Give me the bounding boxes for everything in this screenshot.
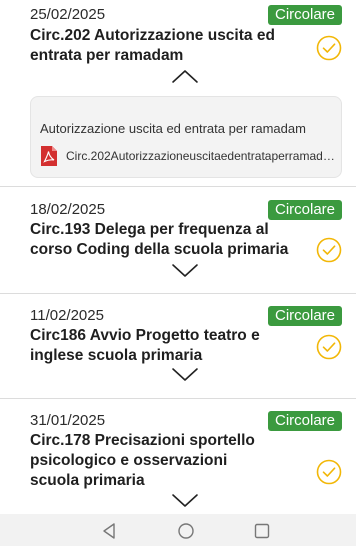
chevron-down-icon[interactable] bbox=[171, 263, 199, 279]
circular-title[interactable]: Circ186 Avvio Progetto teatro e inglese … bbox=[30, 326, 292, 366]
attachment-card: Autorizzazione uscita ed entrata per ram… bbox=[30, 96, 342, 178]
circular-badge: Circolare bbox=[267, 200, 342, 220]
read-check-icon[interactable] bbox=[316, 35, 342, 61]
circular-item[interactable]: 11/02/2025 Circolare Circ186 Avvio Proge… bbox=[0, 293, 356, 398]
circular-title[interactable]: Circ.193 Delega per frequenza al corso C… bbox=[30, 220, 292, 260]
circular-item[interactable]: 25/02/2025 Circolare Circ.202 Autorizzaz… bbox=[0, 0, 356, 186]
chevron-up-icon[interactable] bbox=[171, 68, 199, 84]
attachment-file-link[interactable]: Circ.202Autorizzazioneuscitaedentrataper… bbox=[40, 145, 336, 167]
back-icon[interactable] bbox=[100, 522, 118, 540]
circular-badge: Circolare bbox=[267, 306, 342, 326]
circular-date: 25/02/2025 bbox=[30, 6, 106, 23]
circular-badge: Circolare bbox=[267, 5, 342, 25]
read-check-icon[interactable] bbox=[316, 459, 342, 485]
circular-date: 18/02/2025 bbox=[30, 201, 106, 218]
pdf-icon bbox=[41, 146, 57, 166]
chevron-down-icon[interactable] bbox=[171, 493, 199, 509]
home-icon[interactable] bbox=[177, 522, 195, 540]
circular-item[interactable]: 31/01/2025 Circolare Circ.178 Precisazio… bbox=[0, 398, 356, 514]
circular-date: 31/01/2025 bbox=[30, 412, 106, 429]
recents-icon[interactable] bbox=[253, 522, 271, 540]
attachment-description: Autorizzazione uscita ed entrata per ram… bbox=[40, 121, 306, 136]
read-check-icon[interactable] bbox=[316, 237, 342, 263]
chevron-down-icon[interactable] bbox=[171, 367, 199, 383]
circular-date: 11/02/2025 bbox=[30, 307, 104, 324]
circular-title[interactable]: Circ.202 Autorizzazione uscita ed entrat… bbox=[30, 26, 292, 66]
circular-badge: Circolare bbox=[267, 411, 342, 431]
system-navigation-bar bbox=[0, 514, 356, 546]
read-check-icon[interactable] bbox=[316, 334, 342, 360]
circular-item[interactable]: 18/02/2025 Circolare Circ.193 Delega per… bbox=[0, 186, 356, 293]
circular-title[interactable]: Circ.178 Precisazioni sportello psicolog… bbox=[30, 431, 270, 491]
attachment-file-name: Circ.202Autorizzazioneuscitaedentrataper… bbox=[66, 149, 336, 163]
